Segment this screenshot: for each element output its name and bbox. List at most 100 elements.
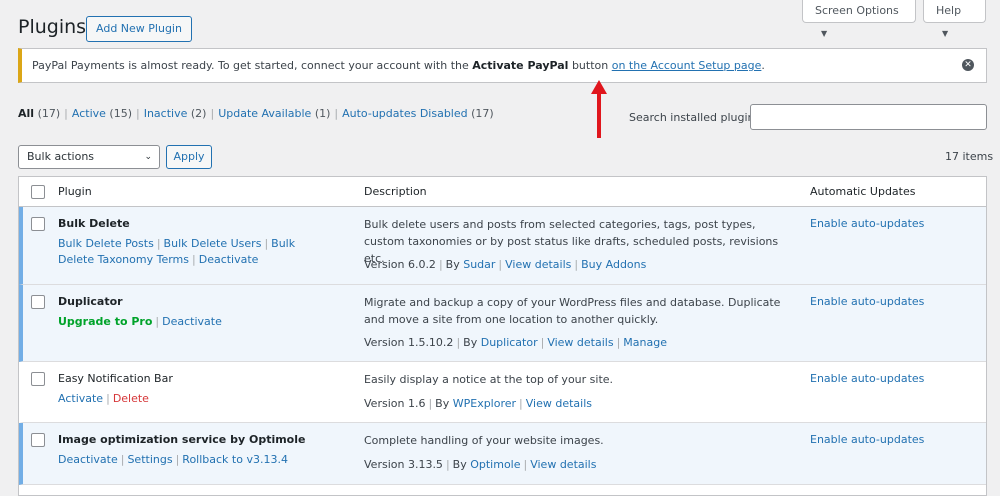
filter-separator: | — [136, 107, 140, 120]
filter-count: (2) — [190, 107, 207, 120]
apply-button[interactable]: Apply — [166, 145, 212, 169]
plugin-checkbox[interactable] — [31, 433, 45, 447]
by-label: By — [445, 258, 460, 271]
separator: | — [175, 453, 180, 466]
plugin-checkbox[interactable] — [31, 217, 45, 231]
filter-separator: | — [210, 107, 215, 120]
search-label: Search installed plugins — [629, 111, 761, 124]
separator: | — [264, 237, 269, 250]
plugin-checkbox[interactable] — [31, 372, 45, 386]
filter-active[interactable]: Active — [72, 107, 106, 120]
action-delete[interactable]: Delete — [113, 392, 149, 405]
meta-link-buy-addons[interactable]: Buy Addons — [581, 258, 646, 271]
column-header-description: Description — [364, 185, 427, 198]
action-settings[interactable]: Settings — [127, 453, 172, 466]
plugin-version: Version 1.5.10.2 — [364, 336, 454, 349]
screen-options-label: Screen Options — [815, 4, 899, 17]
separator: | — [616, 336, 621, 349]
plugin-actions: Deactivate | Settings | Rollback to v3.13.4 — [58, 452, 338, 468]
bulk-actions-value: Bulk actions — [27, 150, 95, 163]
help-tab[interactable]: Help ▼ — [923, 0, 986, 38]
separator: | — [155, 315, 160, 328]
plugin-status-filters: All (17) | Active (15) | Inactive (2) | Update… — [18, 107, 494, 120]
plugin-version-meta: Version 1.6 | By WPExplorer | View details — [364, 397, 592, 410]
meta-link-view-details[interactable]: View details — [547, 336, 613, 349]
table-header: Plugin Description Automatic Updates — [19, 177, 986, 207]
plugin-name: Image optimization service by Optimole — [58, 433, 306, 446]
separator: | — [574, 258, 579, 271]
plugin-name: Duplicator — [58, 295, 123, 308]
plugin-actions: Bulk Delete Posts | Bulk Delete Users | Bulk… — [58, 236, 308, 268]
meta-link-manage[interactable]: Manage — [623, 336, 667, 349]
plugin-checkbox[interactable] — [31, 295, 45, 309]
meta-link-view-details[interactable]: View details — [530, 458, 596, 471]
add-new-plugin-button[interactable]: Add New Plugin — [86, 16, 192, 42]
author-link[interactable]: Sudar — [463, 258, 495, 271]
separator: | — [438, 258, 443, 271]
filter-separator: | — [334, 107, 339, 120]
action-activate[interactable]: Activate — [58, 392, 103, 405]
table-row: Bulk Delete Bulk Delete Posts | Bulk Delete… — [19, 207, 986, 285]
plugin-version-meta: Version 6.0.2 | By Sudar | View details | Buy … — [364, 258, 646, 271]
column-header-plugin: Plugin — [58, 185, 92, 198]
notice-text: PayPal Payments is almost ready. To get … — [32, 59, 765, 72]
plugin-actions: Upgrade to Pro | Deactivate — [58, 314, 308, 330]
separator: | — [456, 336, 461, 349]
select-all-checkbox[interactable] — [31, 185, 45, 199]
filter-count: (17) — [471, 107, 494, 120]
table-row: Duplicator Upgrade to Pro | Deactivate Migra… — [19, 285, 986, 362]
plugins-table: Plugin Description Automatic Updates Bul… — [18, 176, 987, 496]
plugin-description: Complete handling of your website images… — [364, 434, 604, 447]
enable-auto-updates-link[interactable]: Enable auto-updates — [810, 295, 924, 308]
plugin-version-meta: Version 3.13.5 | By Optimole | View details — [364, 458, 596, 471]
plugin-actions: Activate | Delete — [58, 391, 308, 407]
meta-link-view-details[interactable]: View details — [505, 258, 571, 271]
separator: | — [445, 458, 450, 471]
filter-inactive[interactable]: Inactive — [144, 107, 188, 120]
filter-count: (15) — [109, 107, 132, 120]
action-deactivate[interactable]: Deactivate — [162, 315, 222, 328]
screen-options-tab[interactable]: Screen Options ▼ — [802, 0, 916, 38]
filter-count: (17) — [37, 107, 61, 120]
filter-all[interactable]: All — [18, 107, 34, 120]
enable-auto-updates-link[interactable]: Enable auto-updates — [810, 433, 924, 446]
column-header-auto-updates: Automatic Updates — [810, 185, 916, 198]
plugin-version: Version 6.0.2 — [364, 258, 436, 271]
filter-auto-updates-disabled[interactable]: Auto-updates Disabled — [342, 107, 468, 120]
action-deactivate[interactable]: Deactivate — [199, 253, 259, 266]
action-deactivate[interactable]: Deactivate — [58, 453, 118, 466]
by-label: By — [463, 336, 478, 349]
table-row: Easy Notification Bar Activate | Delete Easi… — [19, 362, 986, 423]
notice-text-after: . — [761, 59, 765, 72]
account-setup-link[interactable]: on the Account Setup page — [612, 59, 762, 72]
author-link[interactable]: WPExplorer — [453, 397, 516, 410]
enable-auto-updates-link[interactable]: Enable auto-updates — [810, 217, 924, 230]
filter-separator: | — [64, 107, 68, 120]
separator: | — [428, 397, 433, 410]
plugin-name: Bulk Delete — [58, 217, 130, 230]
separator: | — [523, 458, 528, 471]
enable-auto-updates-link[interactable]: Enable auto-updates — [810, 372, 924, 385]
action-rollback-to-v3-13-4[interactable]: Rollback to v3.13.4 — [182, 453, 288, 466]
item-count: 17 items — [945, 150, 994, 163]
meta-link-view-details[interactable]: View details — [526, 397, 592, 410]
page-title: Plugins — [18, 16, 87, 38]
action-bulk-delete-users[interactable]: Bulk Delete Users — [164, 237, 262, 250]
plugin-description: Easily display a notice at the top of yo… — [364, 373, 614, 386]
by-label: By — [435, 397, 450, 410]
caret-down-icon: ▼ — [821, 29, 828, 38]
notice-text-middle: button — [568, 59, 612, 72]
filter-update-available[interactable]: Update Available — [218, 107, 311, 120]
dismiss-icon[interactable]: ✕ — [962, 59, 974, 71]
plugin-version-meta: Version 1.5.10.2 | By Duplicator | View deta… — [364, 336, 667, 349]
action-upgrade-to-pro[interactable]: Upgrade to Pro — [58, 315, 152, 328]
separator: | — [106, 392, 110, 405]
author-link[interactable]: Optimole — [470, 458, 520, 471]
action-bulk-delete-posts[interactable]: Bulk Delete Posts — [58, 237, 154, 250]
plugin-name: Easy Notification Bar — [58, 372, 173, 385]
plugin-description: Migrate and backup a copy of your WordPr… — [364, 296, 781, 326]
author-link[interactable]: Duplicator — [481, 336, 538, 349]
search-plugins-input[interactable] — [750, 104, 987, 130]
bulk-actions-select[interactable]: Bulk actions ⌄ — [18, 145, 160, 169]
filter-count: (1) — [314, 107, 331, 120]
